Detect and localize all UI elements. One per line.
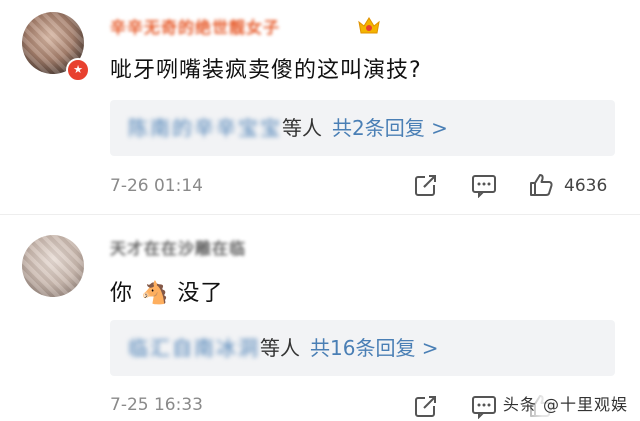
watermark: 头条 @十里观娱 <box>502 395 628 414</box>
crown-icon <box>358 17 380 34</box>
share-icon[interactable] <box>413 393 439 419</box>
avatar[interactable] <box>22 235 84 297</box>
reply-suffix: 等人 <box>260 336 300 360</box>
comment-text: 呲牙咧嘴装疯卖傻的这叫演技? <box>110 58 422 83</box>
like-icon[interactable] <box>528 172 554 198</box>
reply-count: 共16条回复 > <box>310 336 439 360</box>
reply-names: 临汇自南冰洞 <box>128 336 260 360</box>
timestamp: 7-26 01:14 <box>110 176 203 196</box>
reply-names: 陈南的辛辛宝宝 <box>128 116 282 140</box>
username[interactable]: 辛辛无奇的绝世靓女子 <box>110 14 280 38</box>
reply-count: 共2条回复 > <box>332 116 448 140</box>
comment-icon[interactable] <box>471 393 497 419</box>
vip-badge-icon: ★ <box>66 58 90 82</box>
reply-suffix: 等人 <box>282 116 322 140</box>
timestamp: 7-25 16:33 <box>110 395 203 415</box>
reply-summary[interactable]: 陈南的辛辛宝宝等人 共2条回复 > <box>110 100 615 156</box>
reply-summary[interactable]: 临汇自南冰洞等人 共16条回复 > <box>110 320 615 376</box>
comment-text-part: 你 <box>110 281 134 306</box>
share-icon[interactable] <box>413 172 439 198</box>
like-count: 4636 <box>564 176 608 196</box>
comment-icon[interactable] <box>471 172 497 198</box>
comment-text: 你 🐴 没了 <box>110 275 223 307</box>
comment-text-part: 没了 <box>177 281 224 306</box>
horse-emoji-icon: 🐴 <box>141 281 170 306</box>
comment-item: ★ 辛辛无奇的绝世靓女子 呲牙咧嘴装疯卖傻的这叫演技? 陈南的辛辛宝宝等人 共2条… <box>0 0 640 215</box>
username[interactable]: 天才在在沙雕在临 <box>110 235 246 259</box>
